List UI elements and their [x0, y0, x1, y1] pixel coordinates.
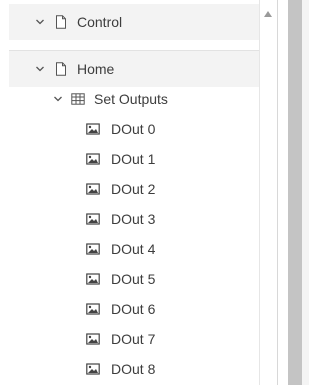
tree-node-label: Control — [77, 14, 123, 30]
tree-item-label: DOut 8 — [111, 361, 156, 377]
image-icon — [86, 242, 100, 256]
tree-node-label: Set Outputs — [94, 91, 168, 107]
tree-node-control[interactable]: Control — [9, 4, 259, 40]
tree-panel: Control Home Set Outputs DOut 0 DOut 1 D… — [0, 0, 278, 385]
tree-item-label: DOut 6 — [111, 301, 156, 317]
document-icon — [54, 62, 68, 76]
tree-node-label: Home — [77, 61, 115, 77]
tree-item-dout-2[interactable]: DOut 2 — [9, 174, 259, 204]
right-panel-edge — [302, 0, 309, 385]
tree-item-label: DOut 1 — [111, 151, 156, 167]
image-icon — [86, 332, 100, 346]
image-icon — [86, 272, 100, 286]
tree-item-label: DOut 4 — [111, 241, 156, 257]
image-icon — [86, 122, 100, 136]
tree-node-set-outputs[interactable]: Set Outputs — [9, 84, 259, 114]
vertical-scrollbar[interactable] — [259, 0, 278, 385]
table-icon — [71, 92, 85, 106]
image-icon — [86, 152, 100, 166]
tree-item-dout-5[interactable]: DOut 5 — [9, 264, 259, 294]
tree-item-label: DOut 0 — [111, 121, 156, 137]
image-icon — [86, 182, 100, 196]
tree-view: Control Home Set Outputs DOut 0 DOut 1 D… — [9, 0, 259, 385]
image-icon — [86, 302, 100, 316]
tree-item-dout-0[interactable]: DOut 0 — [9, 114, 259, 144]
tree-node-home[interactable]: Home — [9, 50, 259, 87]
document-icon — [54, 15, 68, 29]
scroll-up-arrow-icon[interactable] — [264, 11, 272, 17]
tree-item-dout-1[interactable]: DOut 1 — [9, 144, 259, 174]
tree-item-label: DOut 7 — [111, 331, 156, 347]
chevron-down-icon[interactable] — [35, 17, 45, 27]
tree-item-dout-7[interactable]: DOut 7 — [9, 324, 259, 354]
tree-item-dout-6[interactable]: DOut 6 — [9, 294, 259, 324]
tree-item-dout-3[interactable]: DOut 3 — [9, 204, 259, 234]
image-icon — [86, 212, 100, 226]
chevron-down-icon[interactable] — [35, 64, 45, 74]
tree-item-label: DOut 2 — [111, 181, 156, 197]
tree-item-label: DOut 3 — [111, 211, 156, 227]
image-icon — [86, 362, 100, 376]
panel-splitter[interactable] — [288, 0, 302, 385]
panel-divider — [277, 0, 278, 385]
tree-item-dout-4[interactable]: DOut 4 — [9, 234, 259, 264]
chevron-down-icon[interactable] — [53, 94, 63, 104]
tree-item-label: DOut 5 — [111, 271, 156, 287]
tree-item-dout-8[interactable]: DOut 8 — [9, 354, 259, 384]
